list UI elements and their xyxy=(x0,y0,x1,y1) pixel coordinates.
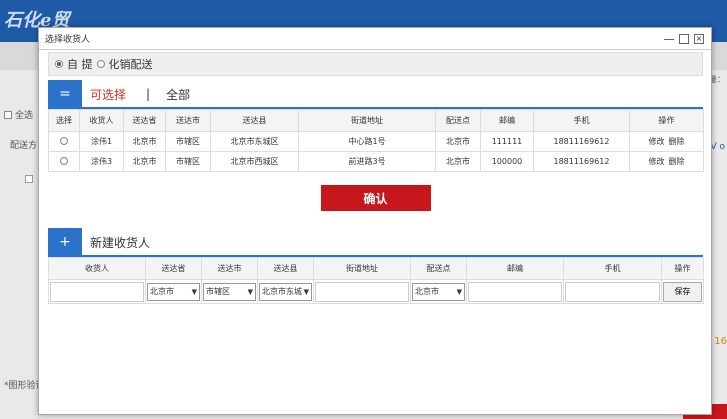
cell-phone: 18811169612 xyxy=(533,131,630,152)
street-address-input[interactable] xyxy=(315,281,409,302)
col-header: 手机 xyxy=(563,257,662,280)
row-select-radio[interactable] xyxy=(60,136,68,145)
filter-all[interactable]: 全部 xyxy=(166,86,190,103)
edit-link[interactable]: 修改 xyxy=(649,157,665,166)
dialog-title: 选择收货人 xyxy=(45,35,91,45)
col-header: 收货人 xyxy=(79,109,124,132)
delivery-mode-group: 自 提 化销配送 xyxy=(48,52,703,76)
col-header: 送达市 xyxy=(201,257,258,280)
dropdown-arrow-icon: ▼ xyxy=(191,287,197,296)
cell-point: 北京市 xyxy=(435,131,481,152)
save-button[interactable]: 保存 xyxy=(663,281,702,302)
amount-text: 16 xyxy=(714,336,727,347)
cell-county: 北京市东城区 xyxy=(210,131,299,152)
new-consignee-table: 收货人 送达省 送达市 送达县 街道地址 配送点 邮编 手机 操作 北京市 ▼ 市… xyxy=(48,257,704,304)
cell-name: 涂伟1 xyxy=(79,131,124,152)
zip-input[interactable] xyxy=(468,281,562,302)
city-select[interactable]: 市辖区 ▼ xyxy=(203,282,256,301)
row-select-radio[interactable] xyxy=(60,156,68,165)
col-header: 送达市 xyxy=(165,109,211,132)
filter-available[interactable]: 可选择 xyxy=(90,86,126,103)
table-header-row: 选择 收货人 送达省 送达市 送达县 街道地址 配送点 邮编 手机 操作 xyxy=(48,109,704,132)
table-header-row: 收货人 送达省 送达市 送达县 街道地址 配送点 邮编 手机 操作 xyxy=(48,257,704,280)
col-header: 街道地址 xyxy=(313,257,411,280)
col-header: 手机 xyxy=(533,109,630,132)
col-header: 操作 xyxy=(661,257,704,280)
consignee-filter-bar: = 可选择 | 全部 xyxy=(48,80,703,109)
radio-delivery-label: 化销配送 xyxy=(108,58,153,71)
col-header: 送达县 xyxy=(257,257,314,280)
radio-self-pickup[interactable] xyxy=(55,60,63,68)
cell-street: 前进路3号 xyxy=(298,151,436,172)
col-header: 邮编 xyxy=(466,257,564,280)
col-header: 送达省 xyxy=(145,257,202,280)
close-icon[interactable]: × xyxy=(694,33,704,44)
consignee-table: 选择 收货人 送达省 送达市 送达县 街道地址 配送点 邮编 手机 操作 涂伟1… xyxy=(48,109,704,172)
radio-self-pickup-label: 自 提 xyxy=(67,58,93,71)
cell-name: 涂伟3 xyxy=(79,151,124,172)
select-consignee-dialog: 选择收货人 × 自 提 化销配送 = 可选择 | 全部 选择 收货人 送达省 送… xyxy=(38,27,712,415)
col-header: 送达县 xyxy=(210,109,299,132)
new-consignee-title: 新建收货人 xyxy=(90,235,151,250)
province-select[interactable]: 北京市 ▼ xyxy=(147,282,200,301)
col-header: 送达省 xyxy=(123,109,166,132)
delivery-tab[interactable]: 配送方 xyxy=(10,138,40,151)
select-all[interactable]: 全选 xyxy=(4,108,33,121)
filter-separator: | xyxy=(146,87,151,101)
edit-link[interactable]: 修改 xyxy=(649,137,665,146)
col-header: 选择 xyxy=(48,109,80,132)
dropdown-arrow-icon: ▼ xyxy=(247,287,253,296)
cell-county: 北京市西城区 xyxy=(210,151,299,172)
list-icon: = xyxy=(48,80,82,108)
table-row[interactable]: 涂伟3 北京市 市辖区 北京市西城区 前进路3号 北京市 100000 1881… xyxy=(48,151,704,172)
maximize-icon[interactable] xyxy=(679,33,689,44)
delivery-point-select[interactable]: 北京市 ▼ xyxy=(412,282,465,301)
dropdown-arrow-icon: ▼ xyxy=(456,287,462,296)
table-row[interactable]: 涂伟1 北京市 市辖区 北京市东城区 中心路1号 北京市 111111 1881… xyxy=(48,131,704,152)
dropdown-arrow-icon: ▼ xyxy=(303,287,309,296)
col-header: 配送点 xyxy=(435,109,481,132)
col-header: 收货人 xyxy=(48,257,146,280)
cell-city: 市辖区 xyxy=(165,151,211,172)
col-header: 操作 xyxy=(629,109,704,132)
col-header: 配送点 xyxy=(410,257,467,280)
minimize-icon[interactable] xyxy=(664,33,674,40)
col-header: 街道地址 xyxy=(298,109,436,132)
cell-province: 北京市 xyxy=(123,131,166,152)
county-select[interactable]: 北京市东城 ▼ xyxy=(259,282,312,301)
confirm-button[interactable]: 确认 xyxy=(320,185,431,211)
cell-zip: 100000 xyxy=(480,151,534,172)
col-header: 邮编 xyxy=(480,109,534,132)
delete-link[interactable]: 删除 xyxy=(669,157,685,166)
dropdown-text[interactable]: V o xyxy=(710,142,725,152)
select-all-checkbox[interactable] xyxy=(4,110,12,119)
cell-phone: 18811169612 xyxy=(533,151,630,172)
cell-province: 北京市 xyxy=(123,151,166,172)
cell-street: 中心路1号 xyxy=(298,131,436,152)
cell-zip: 111111 xyxy=(480,131,534,152)
plus-icon[interactable]: + xyxy=(48,228,82,256)
new-consignee-row: 北京市 ▼ 市辖区 ▼ 北京市东城 ▼ 北京市 ▼ 保存 xyxy=(48,279,704,304)
consignee-name-input[interactable] xyxy=(50,281,144,302)
dialog-titlebar: 选择收货人 × xyxy=(39,28,711,50)
delete-link[interactable]: 删除 xyxy=(669,137,685,146)
cell-point: 北京市 xyxy=(435,151,481,172)
item-checkbox[interactable] xyxy=(25,175,33,183)
radio-delivery[interactable] xyxy=(96,60,105,68)
cell-city: 市辖区 xyxy=(165,131,211,152)
phone-input[interactable] xyxy=(565,281,660,302)
new-consignee-bar: + 新建收货人 xyxy=(48,228,703,257)
